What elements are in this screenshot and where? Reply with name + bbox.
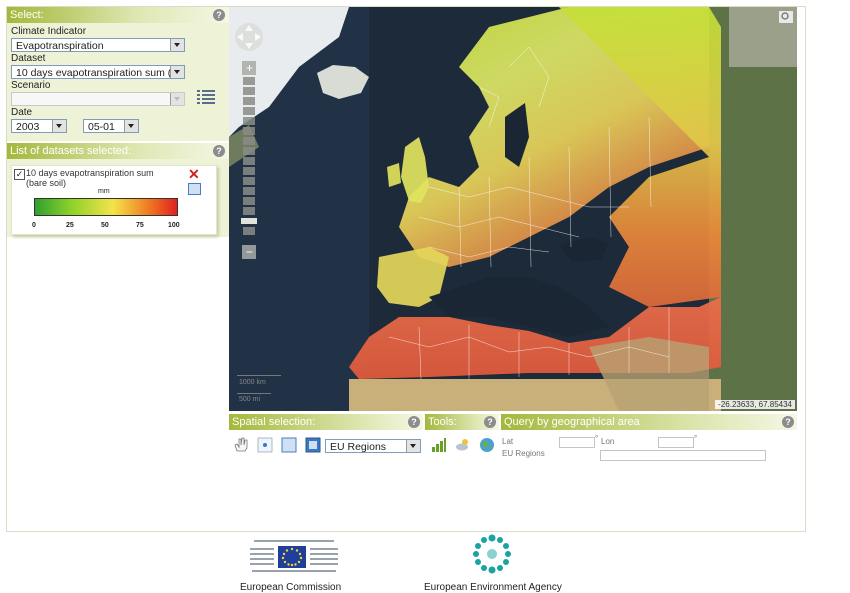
scenario-select[interactable] xyxy=(11,92,185,106)
eu-regions-label: EU Regions xyxy=(502,449,545,458)
dataset-item: ✓ 10 days evapotranspiration sum (bare s… xyxy=(11,165,217,235)
climate-indicator-select[interactable]: Evapotranspiration xyxy=(11,38,185,52)
weather-icon[interactable] xyxy=(455,437,471,453)
chevron-down-icon[interactable] xyxy=(170,66,184,78)
year-value: 2003 xyxy=(16,121,40,133)
query-title: Query by geographical area xyxy=(504,416,640,428)
chevron-down-icon[interactable] xyxy=(406,440,420,452)
legend-tick: 50 xyxy=(101,222,109,229)
climate-indicator-value: Evapotranspiration xyxy=(16,40,104,52)
chevron-down-icon[interactable] xyxy=(170,39,184,51)
legend-unit: mm xyxy=(98,188,110,195)
ec-label: European Commission xyxy=(240,582,342,593)
scale-km: 1000 km xyxy=(239,379,266,386)
east-land xyxy=(709,7,797,411)
select-header: Select: ? xyxy=(7,7,229,23)
region-value: EU Regions xyxy=(330,441,387,453)
help-icon[interactable]: ? xyxy=(484,416,496,428)
pan-control[interactable] xyxy=(235,23,263,51)
dataset-checkbox[interactable]: ✓ xyxy=(14,169,25,180)
help-icon[interactable]: ? xyxy=(782,416,794,428)
help-icon[interactable]: ? xyxy=(213,145,225,157)
calendar-icon[interactable] xyxy=(188,183,201,195)
legend-tick: 75 xyxy=(136,222,144,229)
day-value: 05-01 xyxy=(88,121,115,133)
pan-hand-icon[interactable] xyxy=(233,437,249,453)
tools-header: Tools: ? xyxy=(425,414,499,430)
map-coordinates: -26.23633, 67.85434 xyxy=(715,400,795,409)
spatial-selection-title: Spatial selection: xyxy=(232,416,316,428)
plus-icon: + xyxy=(246,61,253,75)
legend-tick: 25 xyxy=(66,222,74,229)
minus-icon: − xyxy=(246,245,253,259)
left-panel: Select: ? Climate Indicator Evapotranspi… xyxy=(7,7,229,531)
lon-degree: ° xyxy=(694,434,698,443)
dataset-label: Dataset xyxy=(11,53,46,64)
tools-title: Tools: xyxy=(428,416,457,428)
select-box: Climate Indicator Evapotranspiration Dat… xyxy=(7,23,229,141)
region-select[interactable]: EU Regions xyxy=(325,439,421,453)
query-header: Query by geographical area ? xyxy=(501,414,797,430)
legend-color-bar xyxy=(34,198,178,216)
map-view[interactable]: + − 1000 km 500 mi -26.23633, 67.85434 xyxy=(229,7,797,411)
datasets-box: ✓ 10 days evapotranspiration sum (bare s… xyxy=(7,159,229,237)
chevron-down-icon xyxy=(170,93,184,105)
scale-mi: 500 mi xyxy=(239,396,260,403)
help-icon[interactable]: ? xyxy=(213,9,225,21)
help-icon[interactable]: ? xyxy=(408,416,420,428)
dataset-select[interactable]: 10 days evapotranspiration sum (b xyxy=(11,65,185,79)
spatial-selection-header: Spatial selection: ? xyxy=(229,414,423,430)
legend-tick: 0 xyxy=(32,222,36,229)
dataset-value: 10 days evapotranspiration sum (b xyxy=(16,67,178,79)
datasets-title: List of datasets selected: xyxy=(10,145,132,157)
footer: European Commission European Environment… xyxy=(0,530,850,593)
bar-chart-icon[interactable] xyxy=(431,437,447,453)
climate-indicator-label: Climate Indicator xyxy=(11,26,87,37)
date-label: Date xyxy=(11,107,33,118)
draw-point-icon[interactable] xyxy=(257,437,273,453)
lon-label: Lon xyxy=(601,437,615,446)
legend-tick: 100 xyxy=(168,222,180,229)
datasets-header: List of datasets selected: ? xyxy=(7,143,229,159)
zoom-slider-handle[interactable] xyxy=(241,218,257,224)
european-commission-logo[interactable] xyxy=(248,534,340,576)
day-select[interactable]: 05-01 xyxy=(83,119,139,133)
scenario-label: Scenario xyxy=(11,80,51,91)
select-title: Select: xyxy=(10,9,44,21)
select-region-icon[interactable] xyxy=(305,437,321,453)
chevron-down-icon[interactable] xyxy=(52,120,66,132)
chevron-down-icon[interactable] xyxy=(124,120,138,132)
list-icon[interactable] xyxy=(197,90,215,104)
eea-label: European Environment Agency xyxy=(424,582,562,593)
delete-icon[interactable]: ✕ xyxy=(188,167,200,181)
lon-input[interactable] xyxy=(658,437,694,448)
app-window: Select: ? Climate Indicator Evapotranspi… xyxy=(6,6,806,532)
draw-box-icon[interactable] xyxy=(281,437,297,453)
lat-label: Lat xyxy=(502,437,514,446)
lat-degree: ° xyxy=(595,434,599,443)
lat-input[interactable] xyxy=(559,437,595,448)
eea-logo[interactable] xyxy=(472,534,512,574)
year-select[interactable]: 2003 xyxy=(11,119,67,133)
eu-regions-input[interactable] xyxy=(600,450,766,461)
globe-icon[interactable] xyxy=(479,437,495,453)
ireland-overlay xyxy=(387,163,401,187)
map-canvas[interactable]: + − 1000 km 500 mi xyxy=(229,7,797,411)
dataset-item-name: 10 days evapotranspiration sum (bare soi… xyxy=(26,168,154,188)
